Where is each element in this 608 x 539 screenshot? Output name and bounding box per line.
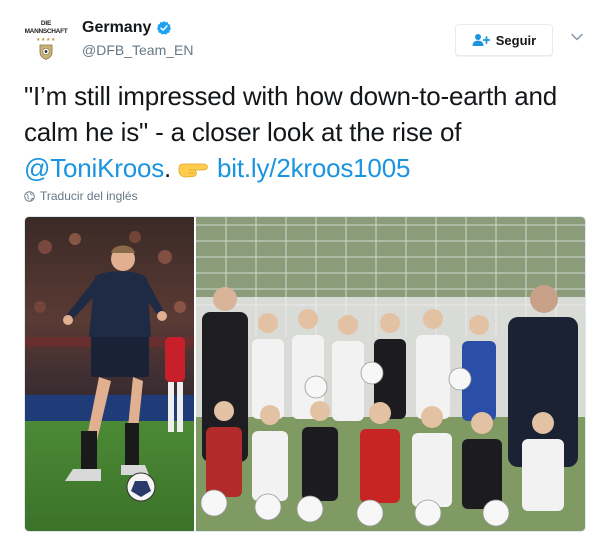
follow-button[interactable]: Seguir [455,24,553,56]
avatar-text-main: MANNSCHAFT [24,28,68,35]
mention-link[interactable]: @ToniKroos [24,153,164,183]
translate-label: Traducir del inglés [40,189,138,203]
account-name: Germany [82,19,152,36]
avatar-stars: ★★★★ [36,37,56,43]
follow-button-label: Seguir [495,32,537,48]
dfb-crest-icon [39,44,53,60]
match-photo[interactable] [25,217,194,531]
add-user-icon [472,34,490,46]
translate-link[interactable]: Traducir del inglés [24,189,138,203]
avatar-text-top: DIE [40,20,52,27]
account-handle[interactable]: @DFB_Team_EN [82,42,193,58]
youth-team-photo[interactable] [196,217,585,531]
display-name[interactable]: Germany [82,19,172,37]
tweet-media[interactable] [24,216,586,532]
tweet-punctuation: . [164,153,172,183]
pointing-hand-emoji-icon [178,163,208,178]
globe-icon [24,190,35,202]
verified-badge-icon [157,21,172,35]
chevron-down-icon[interactable] [570,30,584,44]
tweet-text: "I’m still impressed with how down-to-ea… [24,78,594,186]
tweet-url[interactable]: bit.ly/2kroos1005 [217,153,410,183]
tweet-body: "I’m still impressed with how down-to-ea… [24,81,558,147]
avatar[interactable]: DIE MANNSCHAFT ★★★★ [20,20,72,60]
